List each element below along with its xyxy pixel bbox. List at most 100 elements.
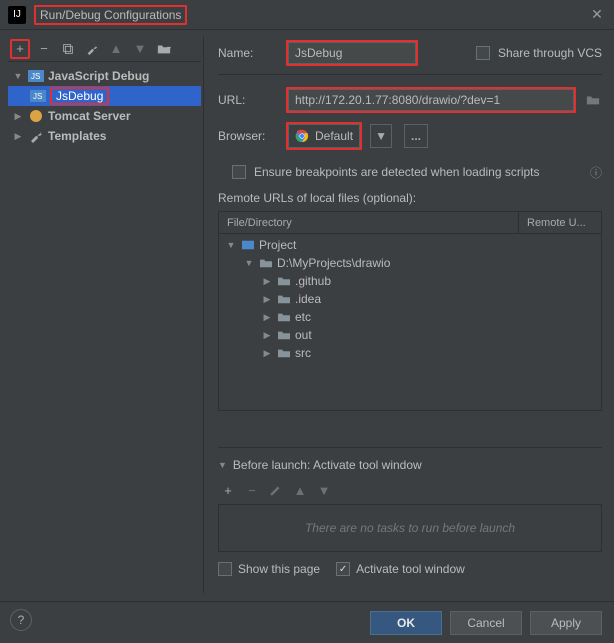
tree-label: JsDebug	[50, 87, 109, 105]
chevron-right-icon: ▶	[12, 131, 24, 142]
chevron-down-icon: ▼	[218, 460, 227, 470]
config-tree[interactable]: ▼ JS JavaScript Debug JS JsDebug ▶	[8, 62, 201, 593]
svg-text:JS: JS	[33, 92, 42, 101]
chevron-down-icon: ▼	[225, 240, 237, 250]
name-label: Name:	[218, 46, 278, 60]
add-task-button[interactable]: +	[218, 480, 238, 500]
remote-urls-label: Remote URLs of local files (optional):	[218, 191, 602, 205]
ok-button[interactable]: OK	[370, 611, 442, 635]
chevron-right-icon: ▶	[261, 294, 273, 305]
tree-node-jsdebug-type[interactable]: ▼ JS JavaScript Debug	[8, 66, 201, 86]
tree-node-jsdebug[interactable]: JS JsDebug	[8, 86, 201, 106]
task-up-button[interactable]: ▲	[290, 480, 310, 500]
file-tree-row[interactable]: ▶ .idea	[219, 290, 601, 308]
folder-button[interactable]: ▾	[154, 39, 174, 59]
browser-more-button[interactable]: ...	[404, 124, 428, 148]
folder-icon	[277, 275, 291, 287]
chevron-right-icon: ▶	[261, 348, 273, 359]
browser-select[interactable]: Default	[288, 124, 360, 148]
share-label: Share through VCS	[498, 46, 602, 60]
divider	[218, 74, 602, 75]
file-tree-row-path[interactable]: ▼ D:\MyProjects\drawio	[219, 254, 601, 272]
svg-text:JS: JS	[31, 72, 40, 81]
close-icon[interactable]: ✕	[588, 6, 606, 24]
url-input[interactable]	[288, 89, 574, 111]
file-tree-row[interactable]: ▶ out	[219, 326, 601, 344]
apply-button[interactable]: Apply	[530, 611, 602, 635]
before-launch-section: ▼ Before launch: Activate tool window + …	[218, 441, 602, 576]
activate-window-label: Activate tool window	[356, 562, 465, 576]
before-launch-header[interactable]: ▼ Before launch: Activate tool window	[218, 458, 602, 472]
tree-label: Templates	[48, 129, 106, 143]
file-label: etc	[295, 310, 311, 324]
cancel-button[interactable]: Cancel	[450, 611, 522, 635]
divider	[218, 447, 602, 448]
url-label: URL:	[218, 93, 278, 107]
file-tree: File/Directory Remote U... ▼ Project ▼ D…	[218, 211, 602, 411]
before-launch-toolbar: + − ▲ ▼	[218, 480, 602, 500]
app-icon: IJ	[8, 6, 26, 24]
help-button[interactable]: ?	[10, 609, 32, 631]
pencil-icon	[269, 483, 283, 497]
js-icon: JS	[28, 69, 44, 83]
file-tree-header: File/Directory Remote U...	[219, 212, 601, 234]
folder-icon	[277, 293, 291, 305]
folder-icon	[277, 311, 291, 323]
right-panel: Name: Share through VCS URL: Brows	[208, 36, 606, 593]
copy-icon	[61, 42, 75, 56]
chevron-down-icon: ▼	[243, 258, 255, 268]
ensure-breakpoints-label: Ensure breakpoints are detected when loa…	[254, 165, 540, 179]
tree-label: JavaScript Debug	[48, 69, 149, 83]
tree-node-templates[interactable]: ▶ Templates	[8, 126, 201, 146]
edit-task-button[interactable]	[266, 480, 286, 500]
copy-config-button[interactable]	[58, 39, 78, 59]
chrome-icon	[295, 129, 309, 143]
add-config-button[interactable]: +	[10, 39, 30, 59]
browser-dropdown-button[interactable]: ▼	[370, 124, 392, 148]
remove-task-button[interactable]: −	[242, 480, 262, 500]
tomcat-icon	[28, 109, 44, 123]
config-toolbar: + − ▲ ▼ ▾	[8, 36, 201, 62]
dialog-footer: ? OK Cancel Apply	[0, 601, 614, 643]
move-up-button[interactable]: ▲	[106, 39, 126, 59]
file-tree-row[interactable]: ▶ src	[219, 344, 601, 362]
file-label: src	[295, 346, 311, 360]
ensure-breakpoints-checkbox[interactable]	[232, 165, 246, 179]
window-title: Run/Debug Configurations	[34, 5, 187, 25]
folder-icon	[259, 257, 273, 269]
left-panel: + − ▲ ▼ ▾ ▼ JS	[8, 36, 204, 593]
activate-window-checkbox[interactable]: ✓	[336, 562, 350, 576]
file-label: .github	[295, 274, 331, 288]
tree-label: Tomcat Server	[48, 109, 130, 123]
wrench-icon	[85, 42, 99, 56]
file-tree-row[interactable]: ▶ etc	[219, 308, 601, 326]
chevron-right-icon: ▶	[12, 111, 24, 122]
folder-icon	[277, 329, 291, 341]
show-page-checkbox[interactable]	[218, 562, 232, 576]
file-label: .idea	[295, 292, 321, 306]
before-launch-title: Before launch: Activate tool window	[233, 458, 422, 472]
show-page-label: Show this page	[238, 562, 320, 576]
move-down-button[interactable]: ▼	[130, 39, 150, 59]
tree-node-tomcat[interactable]: ▶ Tomcat Server	[8, 106, 201, 126]
browse-url-button[interactable]	[584, 91, 602, 109]
edit-defaults-button[interactable]	[82, 39, 102, 59]
js-icon: JS	[30, 89, 46, 103]
chevron-right-icon: ▶	[261, 330, 273, 341]
before-launch-empty: There are no tasks to run before launch	[218, 504, 602, 552]
browser-value: Default	[315, 129, 353, 143]
chevron-right-icon: ▶	[261, 312, 273, 323]
task-down-button[interactable]: ▼	[314, 480, 334, 500]
col-remote[interactable]: Remote U...	[519, 212, 601, 233]
file-label: D:\MyProjects\drawio	[277, 256, 390, 270]
browser-label: Browser:	[218, 129, 278, 143]
share-checkbox[interactable]	[476, 46, 490, 60]
file-tree-body[interactable]: ▼ Project ▼ D:\MyProjects\drawio ▶ .gith…	[219, 234, 601, 410]
remove-config-button[interactable]: −	[34, 39, 54, 59]
wrench-icon	[28, 129, 44, 143]
file-tree-row[interactable]: ▶ .github	[219, 272, 601, 290]
name-input[interactable]	[288, 42, 416, 64]
col-file[interactable]: File/Directory	[219, 212, 519, 233]
help-icon[interactable]: ⓘ	[590, 164, 602, 181]
file-tree-row-project[interactable]: ▼ Project	[219, 236, 601, 254]
